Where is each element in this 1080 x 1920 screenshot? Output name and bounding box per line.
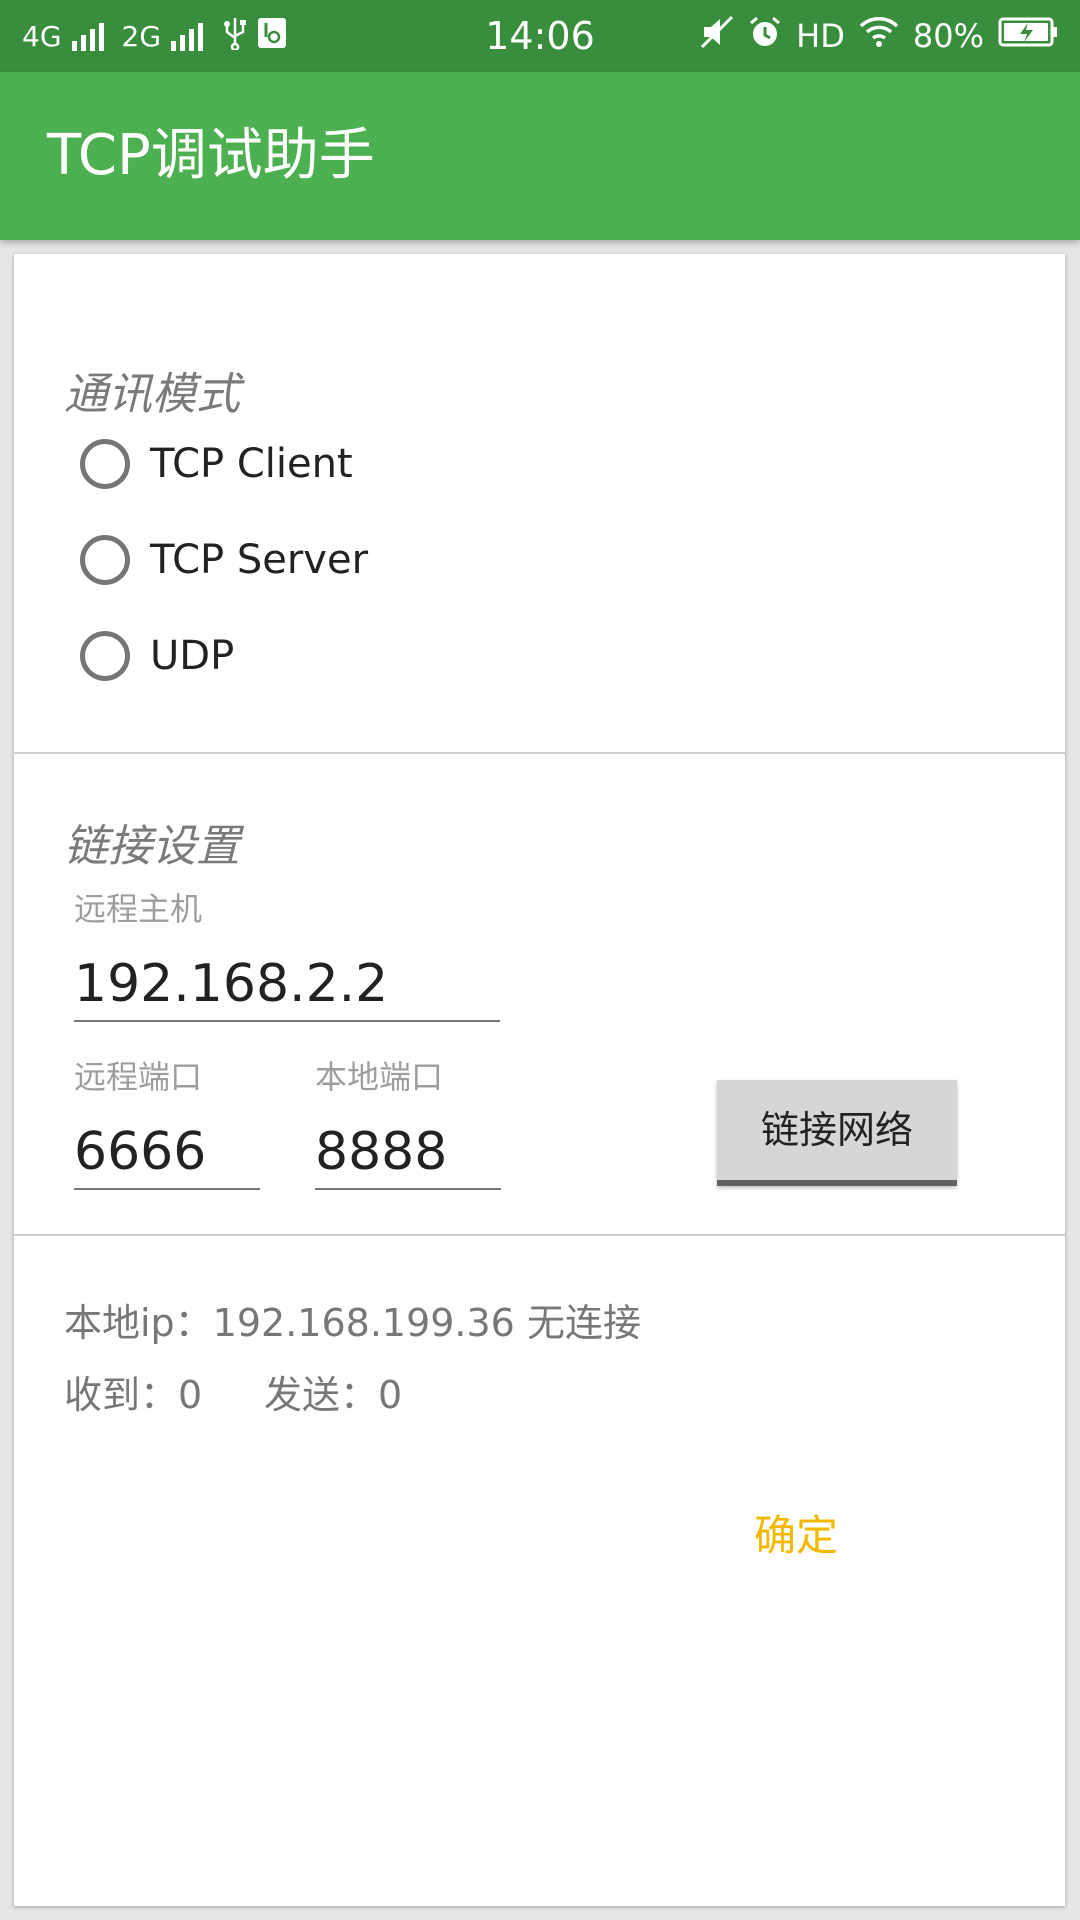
wifi-icon bbox=[859, 16, 899, 56]
mute-icon bbox=[700, 15, 734, 57]
divider bbox=[14, 752, 1065, 754]
hd-label: HD bbox=[796, 17, 845, 55]
radio-label: UDP bbox=[150, 633, 235, 679]
battery-charging-icon bbox=[998, 17, 1058, 55]
radio-tcp-server[interactable]: TCP Server bbox=[80, 530, 368, 590]
radio-circle-icon[interactable] bbox=[80, 631, 130, 681]
local-port-input[interactable]: 8888 bbox=[315, 1122, 501, 1190]
remote-port-label: 远程端口 bbox=[74, 1058, 203, 1096]
status-bar: 4G 2G 14:06 HD 80% bbox=[0, 0, 1080, 72]
settings-card: 通讯模式 TCP Client TCP Server UDP 链接设置 远程主机… bbox=[14, 254, 1065, 1906]
status-right-icons: HD 80% bbox=[700, 14, 1058, 58]
sent-count: 发送：0 bbox=[264, 1373, 403, 1417]
app-bar: TCP调试助手 bbox=[0, 72, 1080, 240]
alarm-icon bbox=[748, 15, 782, 57]
received-count: 收到：0 bbox=[64, 1373, 203, 1417]
local-ip-status: 本地ip：192.168.199.36 无连接 bbox=[64, 1301, 641, 1345]
link-settings-title: 链接设置 bbox=[64, 821, 240, 872]
radio-tcp-client[interactable]: TCP Client bbox=[80, 434, 353, 494]
ok-button[interactable]: 确定 bbox=[754, 1502, 838, 1563]
local-port-label: 本地端口 bbox=[315, 1058, 444, 1096]
divider bbox=[14, 1234, 1065, 1236]
radio-circle-icon[interactable] bbox=[80, 535, 130, 585]
radio-label: TCP Server bbox=[150, 537, 369, 583]
radio-udp[interactable]: UDP bbox=[80, 626, 234, 686]
remote-host-input[interactable]: 192.168.2.2 bbox=[74, 954, 500, 1022]
comm-mode-title: 通讯模式 bbox=[64, 369, 240, 420]
remote-host-label: 远程主机 bbox=[74, 890, 203, 928]
radio-circle-icon[interactable] bbox=[80, 439, 130, 489]
app-title: TCP调试助手 bbox=[47, 123, 375, 188]
radio-label: TCP Client bbox=[150, 441, 353, 487]
remote-port-input[interactable]: 6666 bbox=[74, 1122, 260, 1190]
battery-percent: 80% bbox=[912, 17, 984, 55]
connect-network-button[interactable]: 链接网络 bbox=[717, 1080, 957, 1186]
